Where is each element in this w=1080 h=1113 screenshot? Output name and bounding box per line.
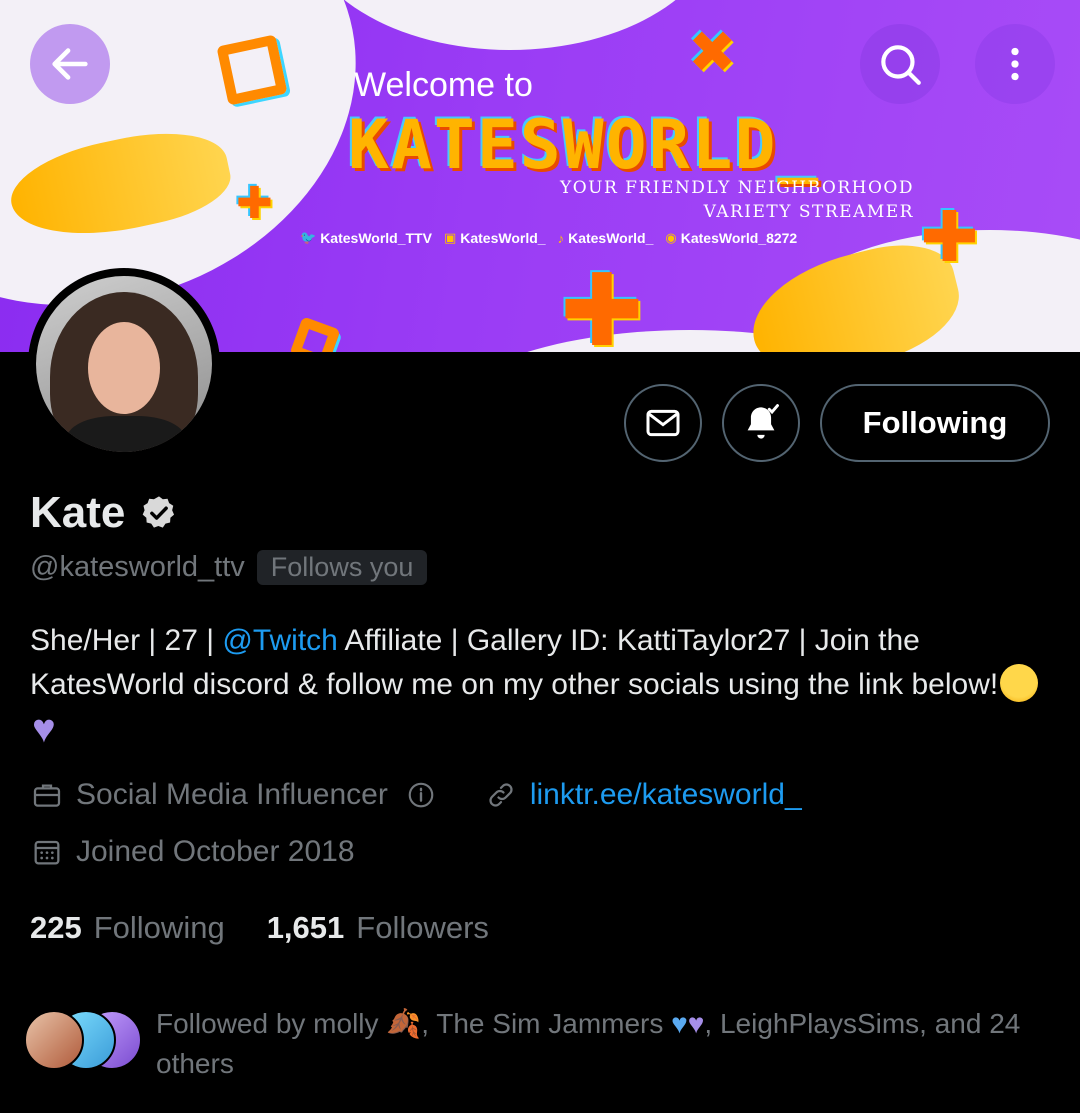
website-link[interactable]: linktr.ee/katesworld_ xyxy=(530,778,802,812)
notifications-button[interactable] xyxy=(722,384,800,462)
purple-heart-emoji-icon: ♥ xyxy=(32,707,56,751)
purple-heart-emoji-icon: ♥ xyxy=(687,1008,705,1039)
square-decoration-icon xyxy=(216,34,288,106)
followed-by-name: , The Sim Jammers xyxy=(421,1008,672,1039)
avatar-image xyxy=(36,276,212,452)
avatar[interactable] xyxy=(28,268,220,460)
info-icon[interactable] xyxy=(404,778,438,812)
banner-social-label: KatesWorld_ xyxy=(460,230,546,246)
bio-mention-link[interactable]: @Twitch xyxy=(222,624,337,657)
x-decoration-icon: ✚ xyxy=(236,178,273,229)
banner-decoration xyxy=(300,0,720,50)
avatar-face xyxy=(88,322,160,414)
follows-you-badge: Follows you xyxy=(256,550,428,585)
banner-tagline-line: YOUR FRIENDLY NEIGHBORHOOD xyxy=(559,178,914,198)
blue-heart-emoji-icon: ♥ xyxy=(671,1008,688,1039)
envelope-icon xyxy=(646,409,680,437)
message-button[interactable] xyxy=(624,384,702,462)
profile-stats: 225 Following 1,651 Followers xyxy=(30,910,489,946)
following-count-label: Following xyxy=(93,910,225,945)
profile-meta-row: Joined October 2018 xyxy=(30,835,355,869)
profile-handle: @katesworld_ttv xyxy=(30,551,245,583)
profile-website[interactable]: linktr.ee/katesworld_ xyxy=(484,778,802,812)
banner-title: KATESWORLD_ xyxy=(348,106,821,185)
profile-category: Social Media Influencer xyxy=(76,778,388,811)
banner-tagline-line: VARIETY STREAMER xyxy=(703,202,914,222)
followed-by-text: Followed by molly 🍂, The Sim Jammers ♥♥,… xyxy=(156,1004,1036,1084)
briefcase-icon xyxy=(30,778,64,812)
banner-social-twitter: 🐦 KatesWorld_TTV xyxy=(300,230,432,246)
banner-social-label: KatesWorld_ xyxy=(568,230,654,246)
profile-meta-row: Social Media Influencer linktr.ee/katesw… xyxy=(30,778,802,812)
profile-bio: She/Her | 27 | @Twitch Affiliate | Galle… xyxy=(30,619,1050,751)
banner-social-discord: ◉ KatesWorld_8272 xyxy=(665,230,797,246)
calendar-icon xyxy=(30,835,64,869)
discord-icon: ◉ xyxy=(665,230,677,245)
search-icon xyxy=(881,45,921,85)
x-decoration-icon: ✖ xyxy=(688,18,737,86)
link-icon xyxy=(484,778,518,812)
following-count: 225 xyxy=(30,910,82,945)
banner-social-tiktok: ♪ KatesWorld_ xyxy=(558,230,654,246)
more-options-button[interactable] xyxy=(975,24,1055,104)
verified-badge-icon[interactable] xyxy=(139,493,179,533)
twitch-icon: ▣ xyxy=(443,230,457,245)
banner-social-label: KatesWorld_8272 xyxy=(680,230,798,246)
followed-by-section[interactable]: Followed by molly 🍂, The Sim Jammers ♥♥,… xyxy=(24,1004,1036,1084)
profile-handle-row: @katesworld_ttv Follows you xyxy=(30,550,428,585)
profile-name-row: Kate xyxy=(30,488,179,538)
banner-social-label: KatesWorld_TTV xyxy=(320,230,432,246)
more-vertical-icon xyxy=(1011,47,1019,81)
profile-joined-date: Joined October 2018 xyxy=(76,835,355,868)
banner-welcome-text: Welcome to xyxy=(354,66,533,104)
smiling-face-emoji-icon xyxy=(1000,664,1039,702)
back-button[interactable] xyxy=(30,24,110,104)
search-button[interactable] xyxy=(860,24,940,104)
x-decoration-icon: ✚ xyxy=(560,252,644,352)
following-count-link[interactable]: 225 Following xyxy=(30,910,225,946)
avatar xyxy=(24,1010,84,1070)
banner-social-twitch: ▣ KatesWorld_ xyxy=(444,230,546,246)
leaf-emoji-icon: 🍂 xyxy=(386,1008,422,1039)
followed-by-avatars xyxy=(24,1010,142,1074)
bell-check-icon xyxy=(747,404,779,439)
tiktok-icon: ♪ xyxy=(557,230,565,246)
bio-text: She/Her | 27 | xyxy=(30,624,223,657)
twitter-icon: 🐦 xyxy=(300,230,317,245)
x-decoration-icon: ✚ xyxy=(920,196,979,278)
avatar-shirt xyxy=(66,416,186,452)
profile-name: Kate xyxy=(30,488,126,537)
followers-count: 1,651 xyxy=(266,910,345,945)
followed-by-prefix: Followed by molly xyxy=(156,1008,387,1039)
following-button[interactable]: Following xyxy=(820,384,1050,462)
arrow-left-icon xyxy=(52,48,88,80)
followers-count-label: Followers xyxy=(356,910,489,945)
banner-tagline: YOUR FRIENDLY NEIGHBORHOOD VARIETY STREA… xyxy=(560,176,914,224)
square-decoration-icon xyxy=(289,316,341,352)
banner-socials: 🐦 KatesWorld_TTV ▣ KatesWorld_ ♪ KatesWo… xyxy=(300,230,797,246)
followers-count-link[interactable]: 1,651 Followers xyxy=(267,910,489,946)
